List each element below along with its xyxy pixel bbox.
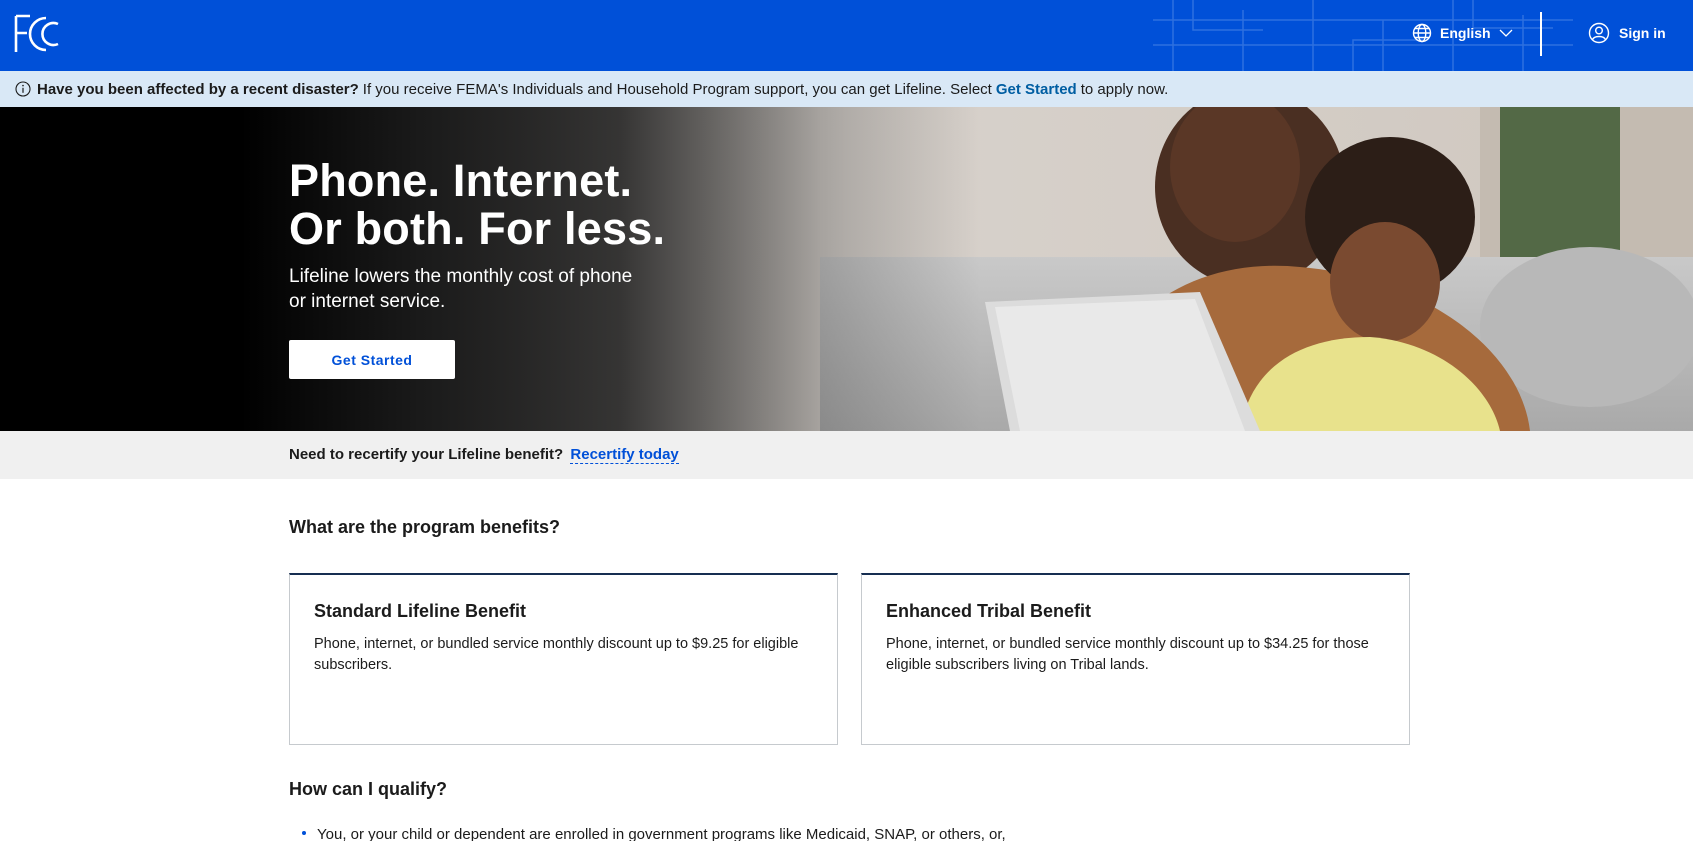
hero-title-line2: Or both. For less. xyxy=(289,203,666,254)
qualify-list-item: You, or your child or dependent are enro… xyxy=(317,826,1006,841)
card-title: Enhanced Tribal Benefit xyxy=(886,601,1092,621)
list-bullet xyxy=(302,831,306,835)
globe-icon xyxy=(1412,23,1432,43)
hero-overlay xyxy=(0,107,1693,431)
alert-text-end: to apply now. xyxy=(1080,80,1169,98)
recertify-link[interactable]: Recertify today xyxy=(570,446,679,464)
disaster-alert-banner: Have you been affected by a recent disas… xyxy=(0,71,1693,107)
alert-text: If you receive FEMA's Individuals and Ho… xyxy=(362,80,992,98)
site-header: English Sign in xyxy=(0,0,1693,71)
hero-subtitle: Lifeline lowers the monthly cost of phon… xyxy=(289,266,633,312)
hero-banner: Phone. Internet. Or both. For less. Life… xyxy=(0,107,1693,431)
language-label: English xyxy=(1440,25,1491,41)
alert-heading: Have you been affected by a recent disas… xyxy=(37,80,359,98)
get-started-button[interactable]: Get Started xyxy=(289,340,455,379)
card-title: Standard Lifeline Benefit xyxy=(314,601,527,621)
card-body: Phone, internet, or bundled service mont… xyxy=(314,636,799,673)
sign-in-link[interactable]: Sign in xyxy=(1588,20,1666,46)
alert-get-started-link[interactable]: Get Started xyxy=(996,81,1077,98)
card-body: Phone, internet, or bundled service mont… xyxy=(886,636,1369,673)
hero-title: Phone. Internet. Or both. For less. xyxy=(289,157,749,253)
qualify-heading: How can I qualify? xyxy=(289,779,448,799)
recertify-question: Need to recertify your Lifeline benefit? xyxy=(289,446,564,463)
tribal-benefit-card: Enhanced Tribal Benefit Phone, internet,… xyxy=(861,573,1410,745)
user-icon xyxy=(1588,22,1610,44)
header-divider xyxy=(1540,12,1542,56)
chevron-down-icon xyxy=(1499,29,1513,37)
benefits-heading: What are the program benefits? xyxy=(289,517,561,537)
recertify-strip: Need to recertify your Lifeline benefit?… xyxy=(0,431,1693,479)
language-selector[interactable]: English xyxy=(1412,20,1513,46)
sign-in-label: Sign in xyxy=(1619,25,1666,41)
hero-title-line1: Phone. Internet. xyxy=(289,155,633,206)
info-icon xyxy=(15,81,31,97)
standard-benefit-card: Standard Lifeline Benefit Phone, interne… xyxy=(289,573,838,745)
recertify-text: Need to recertify your Lifeline benefit?… xyxy=(289,446,679,464)
fcc-logo[interactable] xyxy=(14,14,62,54)
